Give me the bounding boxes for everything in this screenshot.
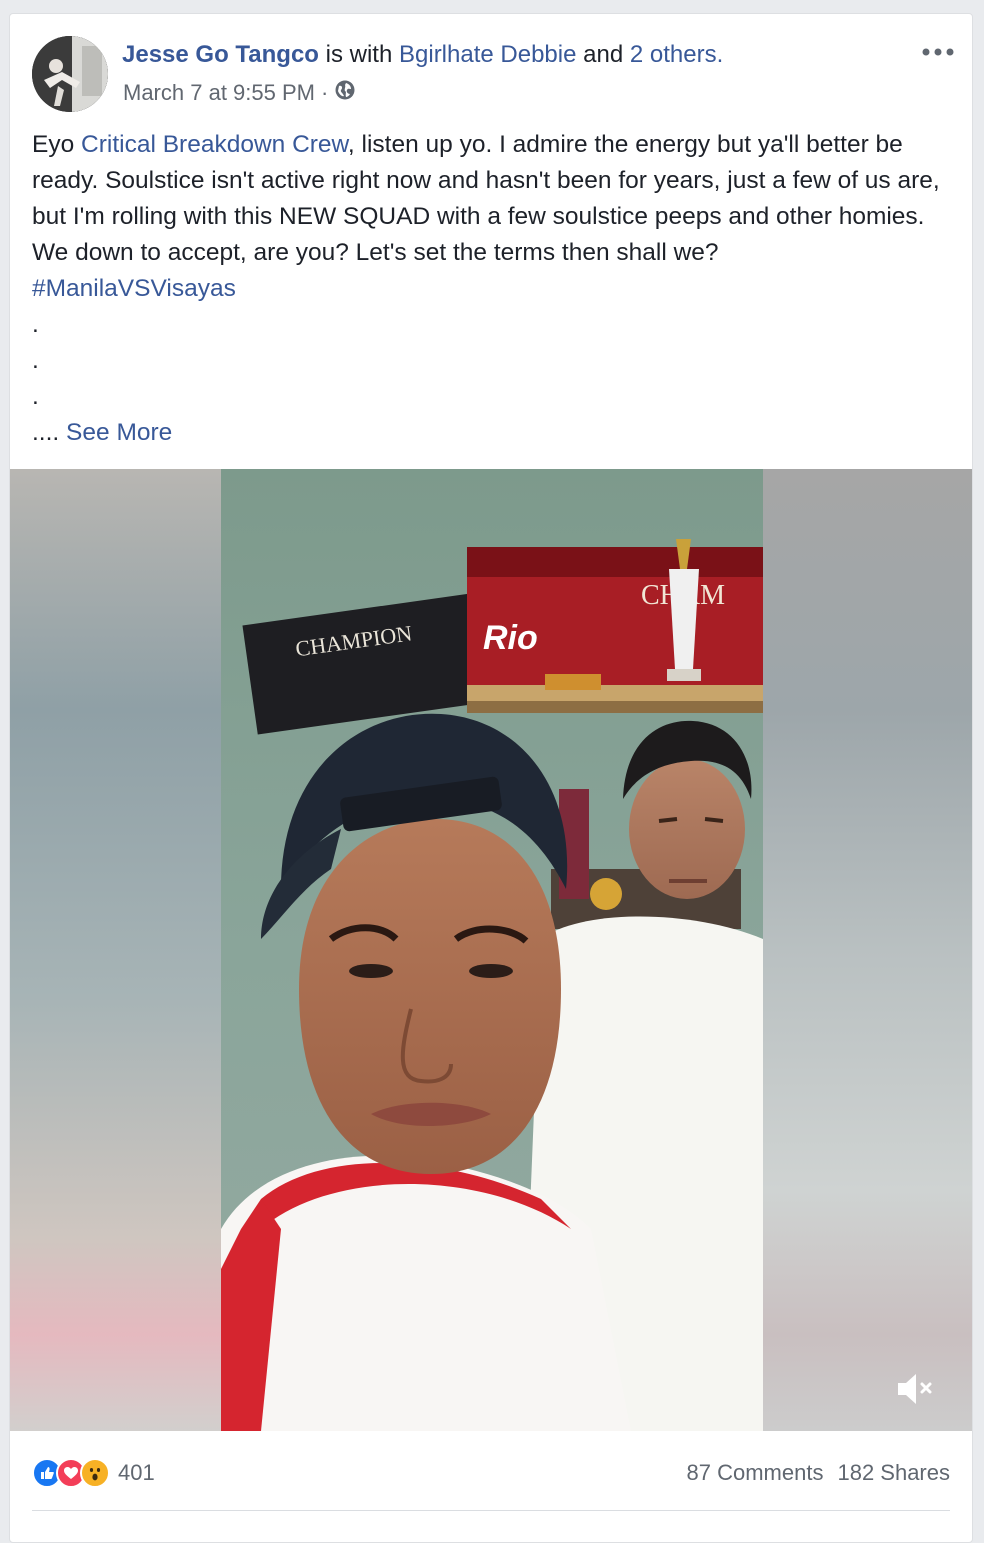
comments-count-link[interactable]: 87 Comments: [687, 1460, 824, 1486]
wow-icon: [80, 1458, 110, 1488]
author-name-link[interactable]: Jesse Go Tangco: [122, 41, 319, 68]
tagged-others-link[interactable]: 2 others.: [630, 41, 723, 68]
footer-divider: [32, 1510, 950, 1511]
dot-line: .: [32, 383, 39, 410]
post-meta: March 7 at 9:55 PM ·: [123, 79, 356, 107]
more-options-icon[interactable]: [920, 38, 956, 66]
post-text: Eyo Critical Breakdown Crew, listen up y…: [32, 127, 952, 451]
author-avatar[interactable]: [32, 36, 108, 112]
tagged-person-link[interactable]: Bgirlhate Debbie: [399, 41, 576, 68]
dot-line: .: [32, 347, 39, 374]
dot-line: .: [32, 311, 39, 338]
ellipsis-text: ....: [32, 419, 60, 446]
engagement-stats: 87 Comments 182 Shares: [687, 1460, 950, 1486]
poster-rio-text: Rio: [483, 619, 538, 657]
post-body: Eyo Critical Breakdown Crew, listen up y…: [32, 127, 952, 271]
reactions-summary[interactable]: 401: [32, 1458, 155, 1488]
shares-count-link[interactable]: 182 Shares: [837, 1460, 950, 1486]
hashtag-link[interactable]: #ManilaVSVisayas: [32, 275, 236, 302]
post-card: Jesse Go Tangco is with Bgirlhate Debbie…: [9, 13, 973, 1543]
see-more-link[interactable]: See More: [66, 419, 172, 446]
post-header: Jesse Go Tangco is with Bgirlhate Debbie…: [10, 14, 972, 124]
post-text-prefix: Eyo: [32, 131, 75, 158]
video-still: CHAMPION Rio CHAM: [221, 469, 763, 1431]
mention-link[interactable]: Critical Breakdown Crew: [81, 131, 348, 158]
video-blur-right: [761, 469, 972, 1431]
and-text: and: [583, 41, 624, 68]
reaction-count: 401: [118, 1460, 155, 1485]
post-footer: 401 87 Comments 182 Shares: [10, 1432, 972, 1512]
muted-speaker-icon[interactable]: [894, 1369, 938, 1409]
globe-icon[interactable]: [334, 79, 356, 107]
avatar-photo: [32, 36, 108, 112]
video-blur-left: [10, 469, 221, 1431]
video-player[interactable]: CHAMPION Rio CHAM: [10, 469, 972, 1431]
post-title-line: Jesse Go Tangco is with Bgirlhate Debbie…: [122, 41, 723, 69]
with-text: is with: [325, 41, 393, 68]
meta-separator: ·: [320, 80, 329, 105]
post-timestamp-link[interactable]: March 7 at 9:55 PM: [123, 80, 315, 106]
video-frame[interactable]: CHAMPION Rio CHAM: [221, 469, 763, 1431]
